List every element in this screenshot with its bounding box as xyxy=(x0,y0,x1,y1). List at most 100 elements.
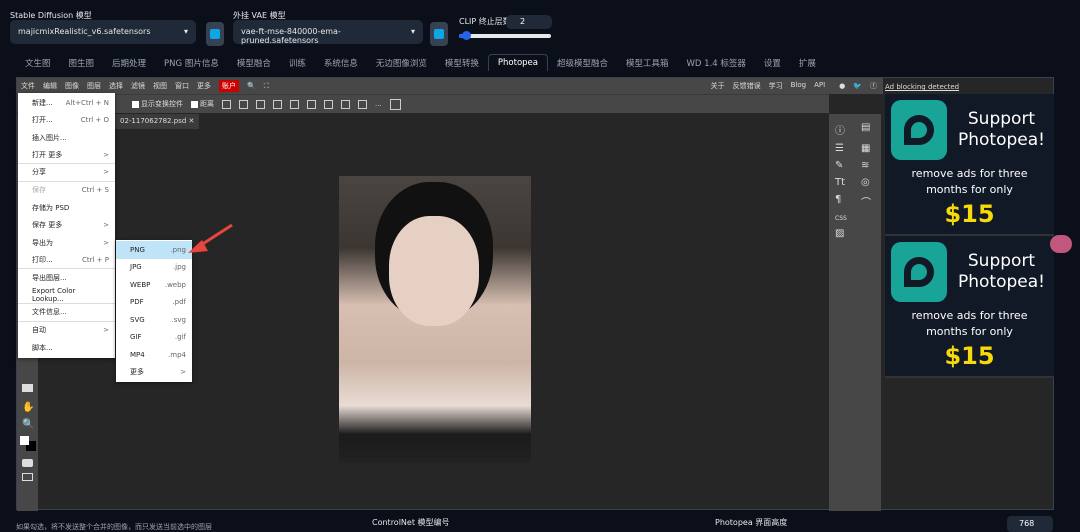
file-menu-item[interactable]: 打开... Ctrl + O xyxy=(18,112,115,130)
tab-11[interactable]: 模型工具箱 xyxy=(617,54,678,71)
menu-8[interactable]: 更多 xyxy=(197,81,211,91)
quick-mask-icon[interactable] xyxy=(22,459,33,467)
file-menu-item[interactable]: 新建... Alt+Ctrl + N xyxy=(18,94,115,112)
image-icon[interactable]: ▨ xyxy=(835,228,855,239)
search-icon[interactable]: 🔍 xyxy=(247,82,256,90)
paths-icon[interactable]: ⌒ xyxy=(861,194,881,209)
align-left-icon[interactable] xyxy=(239,99,248,109)
menu-6[interactable]: 视图 xyxy=(153,81,167,91)
zoom-tool-icon[interactable]: 🔍 xyxy=(22,419,34,430)
export-item[interactable]: MP4 .mp4 xyxy=(116,346,192,364)
distribute-bottom-icon[interactable] xyxy=(341,99,350,109)
export-item[interactable]: JPG .jpg xyxy=(116,259,192,277)
file-menu-item[interactable]: Export Color Lookup... xyxy=(18,287,115,304)
adjustments-icon[interactable]: ☰ xyxy=(835,143,855,154)
refresh-sd-button[interactable] xyxy=(206,22,224,46)
tab-6[interactable]: 系统信息 xyxy=(315,54,367,71)
link-2[interactable]: 学习 xyxy=(769,81,783,91)
distribute-space-icon[interactable] xyxy=(358,99,367,109)
link-4[interactable]: API xyxy=(814,81,825,91)
menu-1[interactable]: 编辑 xyxy=(43,81,57,91)
floating-widget[interactable] xyxy=(1050,235,1072,253)
file-menu-item[interactable]: 插入图片... xyxy=(18,129,115,147)
facebook-icon[interactable]: ⓕ xyxy=(870,81,883,91)
file-menu-item[interactable]: 保存 更多 > xyxy=(18,217,115,235)
canvas-image[interactable] xyxy=(339,176,531,463)
tab-5[interactable]: 训练 xyxy=(280,54,315,71)
file-menu-item[interactable]: 分享 > xyxy=(18,164,115,182)
css-icon[interactable]: CSS xyxy=(835,215,855,222)
tab-4[interactable]: 模型融合 xyxy=(228,54,280,71)
link-1[interactable]: 反馈错误 xyxy=(733,81,761,91)
grid-icon[interactable] xyxy=(389,98,401,110)
more-options[interactable]: ... xyxy=(375,100,382,108)
tab-1[interactable]: 图生图 xyxy=(60,54,104,71)
export-item[interactable]: WEBP .webp xyxy=(116,276,192,294)
swatches-icon[interactable]: ▦ xyxy=(861,143,881,154)
menu-7[interactable]: 窗口 xyxy=(175,81,189,91)
ad-blocking-link[interactable]: Ad blocking detected xyxy=(885,83,959,91)
document-tab[interactable]: 02-117062782.psd ✕ xyxy=(115,114,200,129)
file-menu-item[interactable]: 保存 Ctrl + S xyxy=(18,182,115,200)
tab-7[interactable]: 无边图像浏览 xyxy=(367,54,436,71)
tab-3[interactable]: PNG 图片信息 xyxy=(155,54,228,71)
file-menu-item[interactable]: 自动 > xyxy=(18,322,115,340)
support-ad[interactable]: Support Photopea! remove ads for three mo… xyxy=(885,94,1054,236)
layers-icon[interactable]: ≋ xyxy=(861,160,881,171)
file-menu-item[interactable]: 打印... Ctrl + P xyxy=(18,252,115,269)
distribute-icon[interactable] xyxy=(307,99,316,109)
export-item[interactable]: PDF .pdf xyxy=(116,294,192,312)
file-menu-item[interactable]: 脚本... xyxy=(18,339,115,357)
twitter-icon[interactable]: 🐦 xyxy=(853,82,862,90)
refresh-vae-button[interactable] xyxy=(430,22,448,46)
file-menu-item[interactable]: 导出为 > xyxy=(18,234,115,252)
export-item[interactable]: SVG .svg xyxy=(116,311,192,329)
tab-8[interactable]: 模型转换 xyxy=(436,54,488,71)
align-right-icon[interactable] xyxy=(273,99,282,109)
export-item[interactable]: 更多 > xyxy=(116,364,192,382)
show-transform-checkbox[interactable]: 显示变换控件 xyxy=(132,99,183,109)
vae-dropdown[interactable]: vae-ft-mse-840000-ema-pruned.safetensors… xyxy=(233,20,423,45)
support-ad[interactable]: Support Photopea! remove ads for three mo… xyxy=(885,236,1054,378)
distribute-center-icon[interactable] xyxy=(324,99,333,109)
close-icon[interactable]: ✕ xyxy=(189,117,195,125)
screen-mode-icon[interactable] xyxy=(22,473,33,481)
align-top-icon[interactable] xyxy=(290,99,299,109)
foreground-color-swatch[interactable] xyxy=(20,436,29,445)
file-menu-item[interactable]: 导出图层... xyxy=(18,269,115,287)
file-menu-item[interactable]: 存储为 PSD xyxy=(18,199,115,217)
tab-13[interactable]: 设置 xyxy=(755,54,790,71)
tab-0[interactable]: 文生图 xyxy=(16,54,60,71)
menu-3[interactable]: 图层 xyxy=(87,81,101,91)
history-icon[interactable]: ▤ xyxy=(861,122,881,137)
tab-10[interactable]: 超级模型融合 xyxy=(548,54,617,71)
paragraph-icon[interactable]: ¶ xyxy=(835,194,855,209)
tab-2[interactable]: 后期处理 xyxy=(103,54,155,71)
align-center-icon[interactable] xyxy=(256,99,265,109)
link-0[interactable]: 关于 xyxy=(711,81,725,91)
tab-12[interactable]: WD 1.4 标签器 xyxy=(678,54,755,71)
photopea-height-input[interactable]: 768 xyxy=(1007,516,1053,532)
character-icon[interactable]: Tt xyxy=(835,177,855,188)
hand-tool-icon[interactable]: ✋ xyxy=(22,402,34,413)
menu-0[interactable]: 文件 xyxy=(21,81,35,91)
clip-slider[interactable] xyxy=(459,31,551,40)
info-icon[interactable]: ⓘ xyxy=(835,122,855,137)
fullscreen-icon[interactable]: ⛶ xyxy=(264,82,269,91)
export-item[interactable]: GIF .gif xyxy=(116,329,192,347)
link-3[interactable]: Blog xyxy=(791,81,806,91)
file-menu-item[interactable]: 文件信息... xyxy=(18,304,115,322)
menu-2[interactable]: 图像 xyxy=(65,81,79,91)
tab-14[interactable]: 扩展 xyxy=(790,54,825,71)
clip-input[interactable]: 2 xyxy=(506,15,552,29)
brush-icon[interactable]: ✎ xyxy=(835,160,855,171)
reddit-icon[interactable]: ● xyxy=(839,82,845,90)
account-button[interactable]: 账户 xyxy=(219,80,239,92)
channels-icon[interactable]: ◎ xyxy=(861,177,881,188)
tab-9[interactable]: Photopea xyxy=(487,54,548,71)
menu-5[interactable]: 滤镜 xyxy=(131,81,145,91)
rectangle-tool-icon[interactable] xyxy=(22,384,33,392)
file-menu-item[interactable]: 打开 更多 > xyxy=(18,147,115,164)
download-icon[interactable] xyxy=(222,99,231,109)
menu-4[interactable]: 选择 xyxy=(109,81,123,91)
